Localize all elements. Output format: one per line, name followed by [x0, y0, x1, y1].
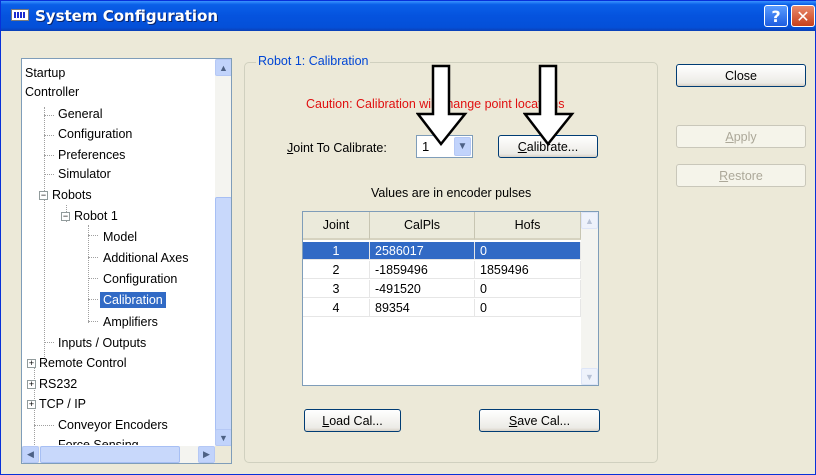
table-row-4-calpls[interactable]: 89354	[370, 299, 475, 317]
column-header-joint[interactable]: Joint	[303, 212, 370, 240]
calibration-table[interactable]: Joint CalPls Hofs 1 2586017 0 2 -1859496…	[302, 211, 599, 386]
app-icon	[11, 9, 29, 21]
close-window-button[interactable]: ✕	[791, 5, 815, 27]
save-cal-button[interactable]: Save Cal...	[479, 409, 600, 432]
tree-connector	[44, 174, 54, 175]
tree-item-robots[interactable]: Robots	[52, 187, 92, 203]
apply-label: pply	[733, 129, 757, 144]
tree-item-conveyor-encoders[interactable]: Conveyor Encoders	[58, 417, 168, 433]
close-button[interactable]: Close	[676, 64, 806, 87]
table-row-1-calpls[interactable]: 2586017	[370, 242, 475, 260]
load-cal-button[interactable]: Load Cal...	[304, 409, 401, 432]
table-row-4-joint[interactable]: 4	[303, 299, 370, 317]
collapse-robots-icon[interactable]: −	[39, 191, 48, 200]
collapse-robot1-icon[interactable]: −	[61, 212, 70, 221]
table-row-3-calpls[interactable]: -491520	[370, 280, 475, 298]
tree-item-robot-configuration[interactable]: Configuration	[103, 271, 177, 287]
help-button[interactable]: ?	[764, 5, 788, 27]
column-header-calpls[interactable]: CalPls	[370, 212, 475, 240]
tree-scroll-thumb[interactable]	[215, 197, 231, 437]
mnemonic-a: A	[725, 129, 734, 144]
scroll-down-icon[interactable]: ▼	[215, 429, 231, 446]
table-row-4-hofs[interactable]: 0	[475, 299, 581, 317]
tree-connector	[34, 359, 35, 459]
tree-item-robot-1[interactable]: Robot 1	[74, 208, 118, 224]
group-title: Robot 1: Calibration	[256, 54, 371, 68]
tree-connector	[88, 321, 98, 322]
tree-connector	[44, 107, 45, 367]
tree-connector	[88, 225, 89, 323]
tree-item-force-sensing[interactable]: Force Sensing	[58, 437, 139, 445]
tree-item-general[interactable]: General	[58, 106, 102, 122]
tree-vertical-scrollbar[interactable]: ▲ ▼	[215, 59, 231, 446]
table-row-1-joint[interactable]: 1	[303, 242, 370, 260]
joint-to-calibrate-label: Joint To Calibrate:	[287, 141, 387, 155]
apply-button[interactable]: Apply	[676, 125, 806, 148]
mnemonic-s: S	[508, 413, 518, 428]
window-title: System Configuration	[35, 7, 219, 25]
tree-hscroll-thumb[interactable]	[40, 446, 180, 463]
arrow-down-icon	[416, 64, 468, 146]
load-cal-label: oad Cal...	[329, 413, 383, 428]
tree-item-calibration[interactable]: Calibration	[100, 292, 166, 308]
tree-item-rs232[interactable]: RS232	[39, 376, 77, 392]
scroll-corner	[215, 446, 231, 463]
table-row-3-joint[interactable]: 3	[303, 280, 370, 298]
column-header-hofs[interactable]: Hofs	[475, 212, 581, 240]
table-row-2-hofs[interactable]: 1859496	[475, 261, 581, 279]
tree-item-preferences[interactable]: Preferences	[58, 147, 125, 163]
tree-connector	[44, 155, 54, 156]
tree-item-additional-axes[interactable]: Additional Axes	[103, 250, 188, 266]
table-row-3-hofs[interactable]: 0	[475, 280, 581, 298]
table-vertical-scrollbar[interactable]: ▲ ▼	[581, 212, 598, 385]
restore-label: estore	[728, 168, 763, 183]
tree-connector	[34, 425, 54, 426]
joint-label-text: oint To Calibrate:	[293, 141, 387, 155]
title-bar[interactable]: System Configuration ? ✕	[1, 1, 816, 31]
tree-item-model[interactable]: Model	[103, 229, 137, 245]
tree-horizontal-scrollbar[interactable]: ◀ ▶	[22, 446, 215, 463]
tree-item-tcp-ip[interactable]: TCP / IP	[39, 396, 86, 412]
tree-item-inputs-outputs[interactable]: Inputs / Outputs	[58, 335, 146, 351]
config-tree[interactable]: Startup Controller General Configuration…	[21, 58, 232, 464]
expand-rs232-icon[interactable]: +	[27, 380, 36, 389]
tree-connector	[88, 299, 98, 300]
mnemonic-r: R	[719, 168, 729, 183]
scroll-up-icon[interactable]: ▲	[215, 59, 231, 76]
mnemonic-l: L	[322, 413, 330, 428]
table-row-2-calpls[interactable]: -1859496	[370, 261, 475, 279]
restore-button[interactable]: Restore	[676, 164, 806, 187]
tree-connector	[88, 257, 98, 258]
tree-item-amplifiers[interactable]: Amplifiers	[103, 314, 158, 330]
units-note: Values are in encoder pulses	[371, 186, 532, 200]
table-scroll-down-icon[interactable]: ▼	[581, 368, 598, 385]
tree-item-configuration[interactable]: Configuration	[58, 126, 132, 142]
tree-connector	[44, 115, 54, 116]
scroll-right-icon[interactable]: ▶	[198, 446, 215, 463]
expand-remote-control-icon[interactable]: +	[27, 359, 36, 368]
arrow-down-icon	[523, 64, 575, 146]
tree-item-simulator[interactable]: Simulator	[58, 166, 111, 182]
tree-item-startup[interactable]: Startup	[25, 65, 65, 81]
tree-item-controller[interactable]: Controller	[25, 84, 79, 100]
tree-connector	[88, 235, 98, 236]
expand-tcpip-icon[interactable]: +	[27, 400, 36, 409]
tree-item-remote-control[interactable]: Remote Control	[39, 355, 127, 371]
tree-connector	[88, 278, 98, 279]
table-scroll-up-icon[interactable]: ▲	[581, 212, 598, 229]
tree-connector	[44, 342, 54, 343]
tree-connector	[44, 135, 54, 136]
table-row-2-joint[interactable]: 2	[303, 261, 370, 279]
scroll-left-icon[interactable]: ◀	[22, 446, 39, 463]
table-row-1-hofs[interactable]: 0	[475, 242, 581, 260]
save-cal-label: ave Cal...	[517, 413, 571, 428]
system-configuration-window: System Configuration ? ✕ Startup Control…	[0, 0, 816, 475]
